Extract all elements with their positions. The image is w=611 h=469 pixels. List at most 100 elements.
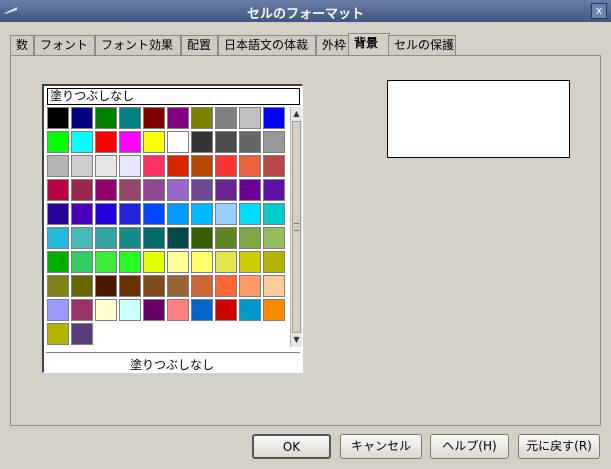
color-swatch[interactable] [215,227,237,249]
color-swatch[interactable] [191,227,213,249]
color-swatch[interactable] [71,155,93,177]
scroll-down-icon[interactable]: ▼ [291,334,302,346]
color-swatch[interactable] [143,107,165,129]
color-swatch[interactable] [263,179,285,201]
color-swatch[interactable] [119,203,141,225]
color-name-field[interactable]: 塗りつぶしなし [47,88,300,105]
color-swatch[interactable] [143,203,165,225]
color-swatch[interactable] [239,179,261,201]
color-swatch[interactable] [263,131,285,153]
color-swatch[interactable] [95,155,117,177]
color-swatch[interactable] [215,299,237,321]
color-swatch[interactable] [143,131,165,153]
color-swatch[interactable] [215,107,237,129]
color-swatch[interactable] [263,227,285,249]
scroll-up-icon[interactable]: ▲ [291,108,302,120]
color-swatch[interactable] [167,299,189,321]
color-swatch[interactable] [119,131,141,153]
color-swatch[interactable] [167,275,189,297]
color-swatch[interactable] [215,251,237,273]
color-swatch[interactable] [239,275,261,297]
scroll-thumb[interactable] [292,121,301,333]
color-swatch[interactable] [119,251,141,273]
color-swatch[interactable] [143,227,165,249]
color-swatch[interactable] [119,179,141,201]
color-swatch[interactable] [239,107,261,129]
color-swatch[interactable] [71,299,93,321]
color-swatch[interactable] [191,275,213,297]
color-swatch[interactable] [167,203,189,225]
color-swatch[interactable] [71,203,93,225]
tab-background[interactable]: 背景 [348,33,390,56]
color-swatch[interactable] [263,299,285,321]
color-swatch[interactable] [191,179,213,201]
color-swatch[interactable] [71,323,93,345]
color-swatch[interactable] [143,299,165,321]
color-swatch[interactable] [143,179,165,201]
tab-cell-protection[interactable]: セルの保護 [388,35,456,55]
color-swatch[interactable] [119,155,141,177]
color-swatch[interactable] [191,107,213,129]
color-swatch[interactable] [47,203,69,225]
color-swatch[interactable] [215,131,237,153]
color-swatch[interactable] [215,275,237,297]
color-swatch[interactable] [95,299,117,321]
tab-font-effects[interactable]: フォント効果 [95,35,181,55]
ok-button[interactable]: OK [252,434,331,459]
color-swatch[interactable] [71,251,93,273]
color-swatch[interactable] [95,251,117,273]
color-swatch[interactable] [239,251,261,273]
color-swatch[interactable] [47,323,69,345]
color-swatch[interactable] [47,107,69,129]
color-swatch[interactable] [263,251,285,273]
color-swatch[interactable] [143,251,165,273]
color-swatch[interactable] [239,299,261,321]
color-swatch[interactable] [119,107,141,129]
color-swatch[interactable] [215,179,237,201]
tab-numbers[interactable]: 数 [10,35,34,55]
color-swatch[interactable] [191,299,213,321]
color-swatch[interactable] [215,203,237,225]
color-swatch[interactable] [71,131,93,153]
color-swatch[interactable] [95,179,117,201]
color-swatch[interactable] [143,275,165,297]
color-swatch[interactable] [263,275,285,297]
color-swatch[interactable] [191,203,213,225]
color-swatch[interactable] [95,203,117,225]
tab-font[interactable]: フォント [34,35,95,55]
color-swatch[interactable] [167,251,189,273]
color-swatch[interactable] [263,203,285,225]
color-swatch[interactable] [215,155,237,177]
color-swatch[interactable] [191,251,213,273]
color-swatch[interactable] [47,251,69,273]
color-swatch[interactable] [239,227,261,249]
color-swatch[interactable] [47,131,69,153]
color-swatch[interactable] [71,179,93,201]
close-button[interactable]: x [591,3,607,19]
tab-asian-typography[interactable]: 日本語文の体裁 [218,35,316,55]
color-swatch[interactable] [71,227,93,249]
color-swatch[interactable] [119,227,141,249]
color-swatch[interactable] [239,203,261,225]
color-swatch[interactable] [167,227,189,249]
color-swatch[interactable] [47,275,69,297]
reset-button[interactable]: 元に戻す(R) [518,434,600,459]
tab-alignment[interactable]: 配置 [181,35,218,55]
color-swatch[interactable] [167,179,189,201]
color-swatch[interactable] [71,275,93,297]
help-button[interactable]: ヘルプ(H) [430,434,509,459]
color-swatch[interactable] [191,155,213,177]
color-swatch[interactable] [71,107,93,129]
color-swatch[interactable] [47,227,69,249]
color-swatch[interactable] [95,275,117,297]
cancel-button[interactable]: キャンセル [340,434,422,459]
color-swatch[interactable] [263,155,285,177]
color-swatch[interactable] [119,275,141,297]
color-swatch[interactable] [167,155,189,177]
color-swatch[interactable] [263,107,285,129]
color-swatch[interactable] [95,107,117,129]
palette-scrollbar[interactable]: ▲ ▼ [290,107,302,347]
color-swatch[interactable] [239,131,261,153]
color-swatch[interactable] [47,299,69,321]
color-swatch[interactable] [119,299,141,321]
